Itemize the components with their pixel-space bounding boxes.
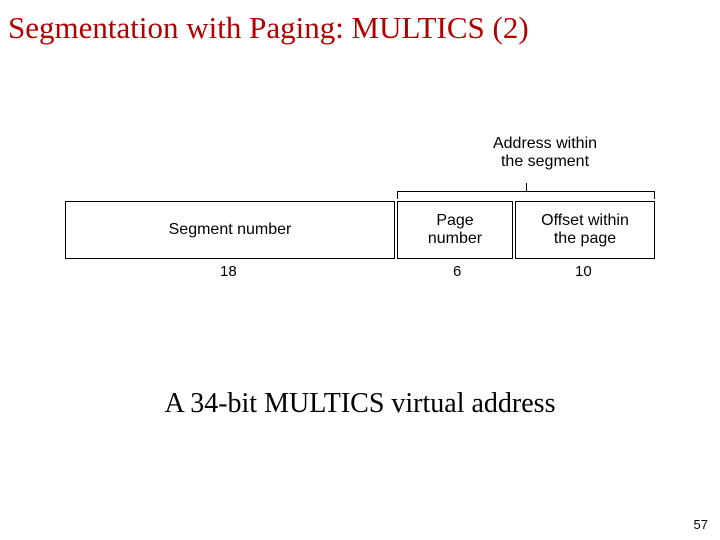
upper-label-line1: Address within [493, 135, 597, 152]
page-box-line2: number [428, 230, 482, 247]
figure-caption: A 34-bit MULTICS virtual address [0, 388, 720, 420]
address-fields-row: Segment number Page number Offset within… [65, 201, 655, 259]
page-box-line1: Page [436, 212, 473, 229]
upper-label-line2: the segment [501, 153, 589, 170]
slide-number: 57 [694, 517, 708, 532]
upper-brace-label: Address within the segment [455, 135, 635, 172]
page-number-field: Page number [397, 201, 513, 259]
brace-icon [397, 183, 655, 201]
page-bits: 6 [453, 263, 461, 280]
segment-box-label: Segment number [169, 221, 292, 239]
offset-box-line2: the page [554, 230, 616, 247]
offset-box-line1: Offset within [541, 212, 629, 229]
offset-field: Offset within the page [515, 201, 655, 259]
segment-bits: 18 [220, 263, 237, 280]
page-title: Segmentation with Paging: MULTICS (2) [8, 10, 529, 46]
offset-bits: 10 [575, 263, 592, 280]
segment-number-field: Segment number [65, 201, 395, 259]
